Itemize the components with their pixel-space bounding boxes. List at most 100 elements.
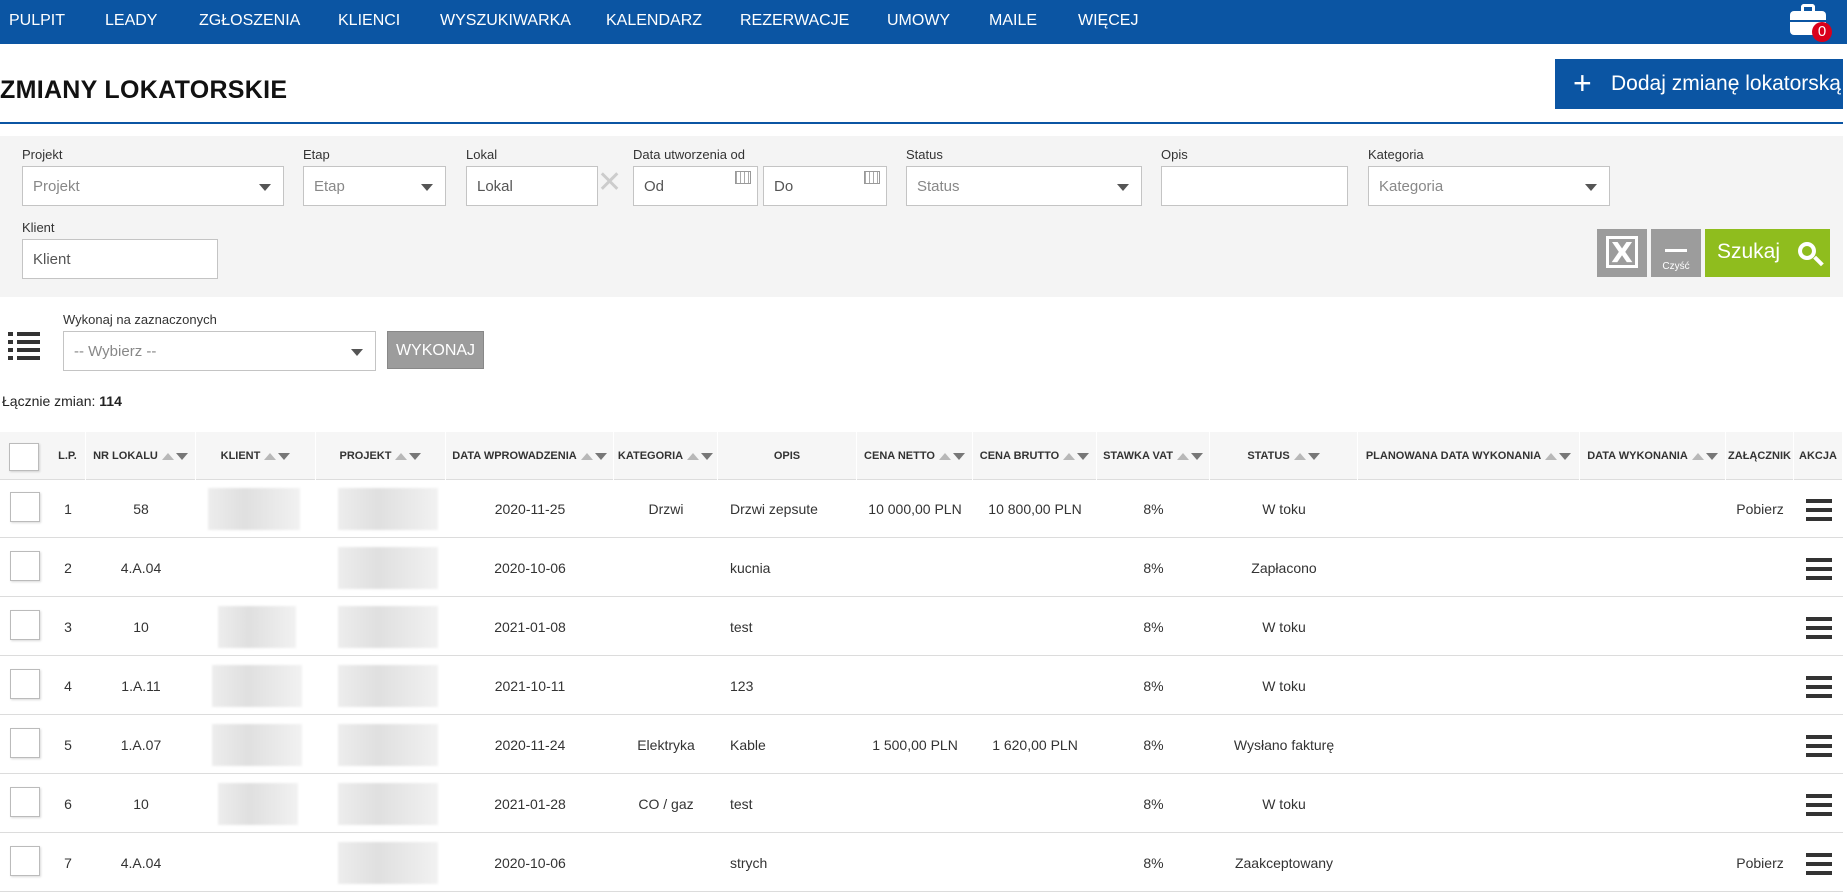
col-klient[interactable]: KLIENT (196, 432, 316, 480)
table-row[interactable]: 2 4.A.04 2020-10-06 kucnia 8% Zapłacono (0, 539, 1843, 597)
title-divider (0, 122, 1843, 124)
row-menu-icon[interactable] (1806, 558, 1832, 580)
sort-icon[interactable] (938, 452, 965, 460)
cell-lp: 2 (64, 560, 72, 576)
table-row[interactable]: 5 1.A.07 2020-11-24 Elektryka Kable 1 50… (0, 716, 1843, 774)
nav-item-rezerwacje[interactable]: REZERWACJE (740, 12, 849, 30)
lokal-input-value: Lokal (477, 178, 513, 195)
row-checkbox[interactable] (10, 846, 40, 876)
download-attachment-link[interactable] (1726, 539, 1794, 597)
download-attachment-link[interactable] (1726, 716, 1794, 774)
download-attachment-link[interactable] (1726, 657, 1794, 715)
nav-item-umowy[interactable]: UMOWY (887, 12, 950, 30)
cell-cena-netto (857, 598, 973, 656)
status-select[interactable]: Status (906, 166, 1142, 206)
sort-icon[interactable] (1063, 452, 1090, 460)
download-attachment-link[interactable] (1726, 775, 1794, 833)
calendar-icon[interactable] (735, 171, 751, 184)
nav-item-wiecej[interactable]: WIĘCEJ (1078, 12, 1138, 30)
chevron-down-icon (421, 184, 433, 191)
col-zalacznik-label: ZAŁĄCZNIK (1728, 450, 1791, 462)
nav-item-klienci[interactable]: KLIENCI (338, 12, 400, 30)
row-menu-icon[interactable] (1806, 735, 1832, 757)
row-menu-icon[interactable] (1806, 499, 1832, 521)
client-redacted (218, 783, 298, 825)
sort-icon[interactable] (161, 452, 188, 460)
cell-status: W toku (1262, 501, 1306, 517)
col-data-wprowadzenia[interactable]: DATA WPROWADZENIA (446, 432, 614, 480)
col-status[interactable]: STATUS (1210, 432, 1358, 480)
cell-opis: 123 (730, 678, 754, 694)
col-data-wykonania[interactable]: DATA WYKONANIA (1580, 432, 1726, 480)
sort-icon[interactable] (264, 452, 291, 460)
date-to-input[interactable]: Do (763, 166, 887, 206)
select-all-checkbox[interactable] (9, 443, 39, 471)
row-menu-icon[interactable] (1806, 794, 1832, 816)
col-stawka-vat[interactable]: STAWKA VAT (1097, 432, 1210, 480)
cell-kategoria (614, 657, 718, 715)
sort-icon[interactable] (1545, 452, 1572, 460)
row-checkbox[interactable] (10, 669, 40, 699)
add-change-button-label: Dodaj zmianę lokatorską (1611, 72, 1841, 95)
col-akcja-label: AKCJA (1799, 450, 1837, 462)
calendar-icon[interactable] (864, 171, 880, 184)
table-row[interactable]: 4 1.A.11 2021-10-11 123 8% W toku (0, 657, 1843, 715)
sort-icon[interactable] (580, 452, 607, 460)
cell-data: 2021-01-28 (494, 796, 566, 812)
sort-icon[interactable] (1691, 452, 1718, 460)
search-button[interactable]: Szukaj (1705, 229, 1830, 277)
projekt-select[interactable]: Projekt (22, 166, 284, 206)
execute-button[interactable]: WYKONAJ (387, 331, 484, 369)
date-from-input[interactable]: Od (633, 166, 758, 206)
cell-lp: 1 (64, 501, 72, 517)
bulk-action-select[interactable]: -- Wybierz -- (63, 331, 376, 371)
sort-icon[interactable] (395, 452, 422, 460)
table-row[interactable]: 1 58 2020-11-25 Drzwi Drzwi zepsute 10 0… (0, 480, 1843, 538)
sort-icon[interactable] (687, 452, 714, 460)
table-row[interactable]: 7 4.A.04 2020-10-06 strych 8% Zaakceptow… (0, 834, 1843, 892)
download-attachment-link[interactable]: Pobierz (1726, 480, 1794, 538)
add-change-button[interactable]: + Dodaj zmianę lokatorską (1555, 59, 1843, 109)
briefcase-icon[interactable]: 0 (1790, 2, 1832, 42)
row-menu-icon[interactable] (1806, 617, 1832, 639)
col-cena-netto[interactable]: CENA NETTO (857, 432, 973, 480)
list-view-icon[interactable] (8, 330, 42, 360)
chevron-down-icon (351, 349, 363, 356)
kategoria-select[interactable]: Kategoria (1368, 166, 1610, 206)
download-attachment-link[interactable] (1726, 598, 1794, 656)
clear-filters-button[interactable]: Czyść (1651, 229, 1701, 277)
clear-lokal-icon[interactable]: ✕ (597, 168, 622, 198)
nav-item-leady[interactable]: LEADY (105, 12, 157, 30)
nav-item-kalendarz[interactable]: KALENDARZ (606, 12, 702, 30)
row-checkbox[interactable] (10, 787, 40, 817)
table-row[interactable]: 3 10 2021-01-08 test 8% W toku (0, 598, 1843, 656)
cell-stawka-vat: 8% (1143, 560, 1164, 576)
row-checkbox[interactable] (10, 492, 40, 522)
klient-input[interactable]: Klient (22, 239, 218, 279)
nav-item-pulpit[interactable]: PULPIT (9, 12, 65, 30)
sort-icon[interactable] (1293, 452, 1320, 460)
sort-icon[interactable] (1176, 452, 1203, 460)
nav-item-wyszukiwarka[interactable]: WYSZUKIWARKA (440, 12, 571, 30)
row-menu-icon[interactable] (1806, 853, 1832, 875)
lokal-input[interactable]: Lokal (466, 166, 598, 206)
col-cena-brutto[interactable]: CENA BRUTTO (973, 432, 1097, 480)
nav-item-maile[interactable]: MAILE (989, 12, 1037, 30)
download-attachment-link[interactable]: Pobierz (1726, 834, 1794, 892)
row-checkbox[interactable] (10, 551, 40, 581)
row-checkbox[interactable] (10, 728, 40, 758)
col-projekt[interactable]: PROJEKT (316, 432, 446, 480)
row-checkbox[interactable] (10, 610, 40, 640)
col-nr-lokalu[interactable]: NR LOKALU (86, 432, 196, 480)
nav-item-zgloszenia[interactable]: ZGŁOSZENIA (199, 12, 300, 30)
plus-icon: + (1573, 65, 1592, 101)
row-menu-icon[interactable] (1806, 676, 1832, 698)
etap-select[interactable]: Etap (303, 166, 446, 206)
export-excel-button[interactable]: X (1597, 229, 1647, 277)
opis-input[interactable] (1161, 166, 1348, 206)
cell-stawka-vat: 8% (1143, 796, 1164, 812)
col-kategoria[interactable]: KATEGORIA (614, 432, 718, 480)
table-row[interactable]: 6 10 2021-01-28 CO / gaz test 8% W toku (0, 775, 1843, 833)
col-planowana-data[interactable]: PLANOWANA DATA WYKONANIA (1358, 432, 1580, 480)
table-header: L.P. NR LOKALU KLIENT PROJEKT DATA WPROW… (0, 432, 1843, 480)
